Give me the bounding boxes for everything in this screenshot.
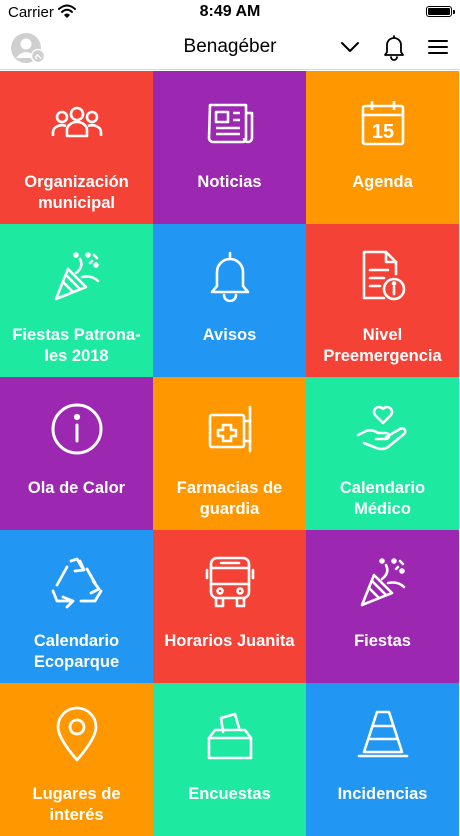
tile-label: Fiestas Patrona- les 2018 xyxy=(12,326,141,365)
nav-bar: Benagéber xyxy=(0,24,460,70)
ballot-box-icon xyxy=(153,705,306,765)
tile-label: Nivel Preemergencia xyxy=(323,326,442,365)
heart-hand-icon xyxy=(306,399,459,459)
chevron-down-icon xyxy=(341,42,359,52)
tile-calendario-ecoparque[interactable]: Calendario Ecoparque xyxy=(0,530,153,683)
pharmacy-sign-icon xyxy=(153,399,306,459)
status-time: 8:49 AM xyxy=(199,3,261,20)
tile-calendario-medico[interactable]: Calendario Médico xyxy=(306,377,459,530)
tile-label: Agenda xyxy=(352,173,413,191)
tile-lugares-de-interes[interactable]: Lugares de interés xyxy=(0,683,153,836)
battery-icon xyxy=(426,6,455,17)
bus-icon xyxy=(153,552,306,612)
tile-label: Incidencias xyxy=(337,785,428,803)
tile-incidencias[interactable]: Incidencias xyxy=(306,683,459,836)
tile-label: Calendario Ecoparque xyxy=(33,632,120,671)
chevron-down-button[interactable] xyxy=(335,32,365,62)
location-pin-icon xyxy=(0,705,153,765)
tile-label: Organización municipal xyxy=(24,173,129,212)
party-popper-icon xyxy=(306,552,459,612)
tile-label: Avisos xyxy=(202,326,257,344)
bell-icon xyxy=(384,35,404,61)
info-circle-icon xyxy=(0,399,153,459)
tile-avisos[interactable]: Avisos xyxy=(153,224,306,377)
traffic-cone-icon xyxy=(306,705,459,765)
tile-label: Fiestas xyxy=(354,632,411,650)
tile-noticias[interactable]: Noticias xyxy=(153,71,306,224)
tile-label: Farmacias de guardia xyxy=(176,479,283,518)
tile-encuestas[interactable]: Encuestas xyxy=(153,683,306,836)
tile-horarios-juanita[interactable]: Horarios Juanita xyxy=(153,530,306,683)
calendar-day-number: 15 xyxy=(371,121,393,143)
tile-fiestas[interactable]: Fiestas xyxy=(306,530,459,683)
tile-label: Calendario Médico xyxy=(339,479,426,518)
document-info-icon xyxy=(306,246,459,306)
tile-fiestas-patronales-2018[interactable]: Fiestas Patrona- les 2018 xyxy=(0,224,153,377)
group-icon xyxy=(0,93,153,153)
tile-label: Noticias xyxy=(197,173,262,191)
tile-label: Horarios Juanita xyxy=(164,632,295,650)
menu-button[interactable] xyxy=(423,32,453,62)
notifications-button[interactable] xyxy=(379,32,409,62)
tile-label: Lugares de interés xyxy=(32,785,121,824)
party-popper-icon xyxy=(0,246,153,306)
tile-label: Ola de Calor xyxy=(27,479,126,497)
tile-agenda[interactable]: 15 Agenda xyxy=(306,71,459,224)
bell-icon xyxy=(153,246,306,306)
recycle-icon xyxy=(0,552,153,612)
tile-farmacias-de-guardia[interactable]: Farmacias de guardia xyxy=(153,377,306,530)
newspaper-icon xyxy=(153,93,306,153)
status-bar: Carrier 8:49 AM xyxy=(0,0,460,24)
tile-label: Encuestas xyxy=(188,785,271,803)
tile-nivel-preemergencia[interactable]: Nivel Preemergencia xyxy=(306,224,459,377)
calendar-icon: 15 xyxy=(306,93,459,153)
hamburger-menu-icon xyxy=(428,40,448,54)
tile-ola-de-calor[interactable]: Ola de Calor xyxy=(0,377,153,530)
tile-organizacion-municipal[interactable]: Organización municipal xyxy=(0,71,153,224)
